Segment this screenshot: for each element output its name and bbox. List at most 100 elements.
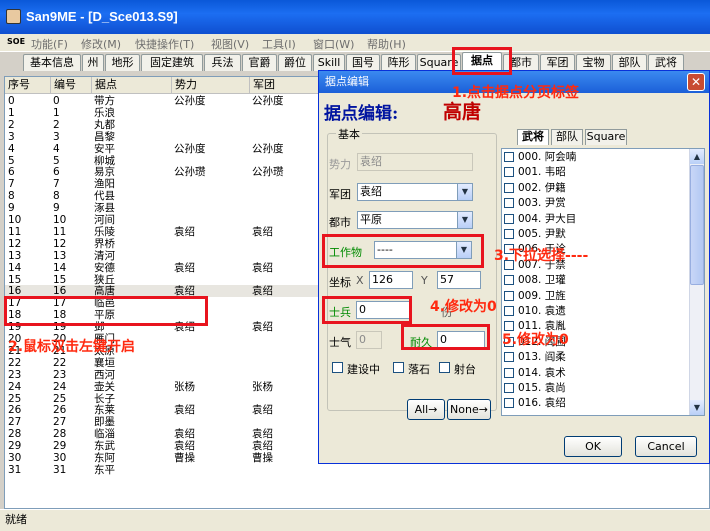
general-list-item[interactable]: 008. 卫瓘 (504, 274, 566, 287)
general-checkbox[interactable] (504, 229, 514, 239)
general-checkbox[interactable] (504, 290, 514, 301)
close-icon[interactable]: ✕ (687, 73, 705, 91)
table-cell: 丸都 (94, 118, 115, 131)
table-cell: 张杨 (174, 380, 195, 393)
coord-x-field[interactable]: 126 (369, 271, 413, 289)
dialog-title: 据点编辑 (325, 76, 369, 88)
general-name: 005. 尹默 (518, 228, 566, 240)
tab-right-square[interactable]: Square (585, 129, 627, 145)
city-select[interactable]: 平原 ▼ (357, 211, 473, 229)
table-cell: 公孙度 (252, 142, 284, 155)
menu-window[interactable]: 窗口(W) (313, 36, 354, 52)
tab-formation[interactable]: 阵形 (381, 54, 416, 71)
general-checkbox[interactable] (504, 167, 514, 178)
table-cell: 襄垣 (94, 356, 115, 369)
general-checkbox[interactable] (504, 213, 514, 224)
general-list-item[interactable]: 016. 袁绍 (504, 397, 566, 410)
general-list-scrollbar[interactable]: ▲ ▼ (689, 149, 704, 415)
tab-general[interactable]: 武将 (648, 54, 684, 71)
general-list-item[interactable]: 003. 尹赏 (504, 197, 566, 210)
tab-skill[interactable]: Skill (313, 54, 345, 71)
general-list-item[interactable]: 005. 尹默 (504, 228, 566, 241)
general-list-item[interactable]: 014. 袁术 (504, 367, 566, 380)
general-checkbox[interactable] (504, 198, 514, 209)
chevron-down-icon[interactable]: ▼ (457, 184, 472, 200)
general-checkbox[interactable] (504, 152, 514, 162)
tab-units[interactable]: 部队 (551, 129, 583, 145)
tab-tactics[interactable]: 兵法 (204, 54, 241, 71)
tab-terrain[interactable]: 地形 (105, 54, 140, 71)
none-button[interactable]: None→ (447, 399, 491, 420)
menu-help[interactable]: 帮助(H) (367, 36, 406, 52)
general-checkbox[interactable] (504, 367, 514, 378)
tab-treasure[interactable]: 宝物 (576, 54, 611, 71)
ok-button[interactable]: OK (564, 436, 622, 457)
general-list-item[interactable]: 009. 卫旌 (504, 290, 566, 303)
general-checkbox[interactable] (504, 275, 514, 286)
col-header-index[interactable]: 序号 (5, 77, 51, 94)
table-row[interactable]: 31 31 东平 (5, 464, 709, 476)
menu-modify[interactable]: 修改(M) (81, 36, 121, 52)
tab-official-rank[interactable]: 官爵 (242, 54, 277, 71)
tab-generals[interactable]: 武将 (517, 129, 549, 145)
tab-province[interactable]: 州 (82, 54, 104, 71)
menu-view[interactable]: 视图(V) (211, 36, 249, 52)
general-list-item[interactable]: 002. 伊籍 (504, 182, 566, 195)
scroll-up-icon[interactable]: ▲ (690, 149, 704, 164)
table-cell: 0 (53, 95, 60, 107)
tab-fixed-building[interactable]: 固定建筑 (141, 54, 203, 71)
table-cell: 袁绍 (252, 404, 273, 417)
chevron-down-icon[interactable]: ▼ (457, 212, 472, 228)
table-cell: 8 (8, 190, 15, 203)
table-cell: 安德 (94, 261, 115, 274)
table-cell: 11 (53, 225, 67, 238)
table-cell: 西河 (94, 368, 115, 381)
table-cell: 袁绍 (174, 404, 195, 417)
col-header-stronghold[interactable]: 据点 (92, 77, 172, 94)
coord-y-field[interactable]: 57 (437, 271, 481, 289)
tab-title[interactable]: 爵位 (278, 54, 312, 71)
highlight-durability-field (401, 324, 490, 350)
scroll-down-icon[interactable]: ▼ (690, 400, 704, 415)
menu-shortcut[interactable]: 快捷操作(T) (135, 36, 194, 52)
corps-select[interactable]: 袁绍 ▼ (357, 183, 473, 201)
col-header-force[interactable]: 势力 (172, 77, 250, 94)
cancel-button[interactable]: Cancel (635, 436, 697, 457)
table-cell: 15 (53, 273, 67, 286)
general-list-item[interactable]: 001. 韦昭 (504, 166, 566, 179)
table-cell: 14 (53, 261, 67, 274)
general-list-item[interactable]: 013. 阎柔 (504, 351, 566, 364)
col-header-id[interactable]: 编号 (51, 77, 92, 94)
archer-tower-checkbox[interactable] (439, 362, 450, 373)
tab-unit[interactable]: 部队 (612, 54, 647, 71)
scroll-thumb[interactable] (690, 165, 704, 285)
coord-y-label: Y (421, 274, 428, 287)
general-list-item[interactable]: 004. 尹大目 (504, 213, 576, 226)
table-cell: 易京 (94, 166, 115, 179)
menu-function[interactable]: 功能(F) (31, 36, 68, 52)
table-cell: 临淄 (94, 428, 115, 441)
general-name: 003. 尹赏 (518, 197, 566, 210)
rockfall-checkbox[interactable] (393, 362, 404, 373)
tab-basic-info[interactable]: 基本信息 (23, 54, 81, 71)
app-icon (6, 9, 21, 24)
general-checklist[interactable]: 000. 阿会喃 001. 韦昭 002. 伊籍 003. 尹赏 004. 尹大目 005… (501, 148, 705, 416)
table-cell: 6 (8, 166, 15, 179)
tab-country-name[interactable]: 国号 (346, 54, 380, 71)
tab-corps[interactable]: 军团 (540, 54, 575, 71)
general-checkbox[interactable] (504, 306, 514, 316)
general-checkbox[interactable] (504, 182, 514, 193)
general-list-item[interactable]: 010. 袁遗 (504, 305, 566, 318)
morale-label: 士气 (329, 336, 351, 349)
general-list-item[interactable]: 000. 阿会喃 (504, 151, 576, 164)
general-checkbox[interactable] (504, 398, 514, 409)
menu-tools[interactable]: 工具(I) (262, 36, 296, 52)
general-checkbox[interactable] (504, 352, 514, 363)
general-name: 004. 尹大目 (518, 212, 577, 225)
general-list-item[interactable]: 015. 袁尚 (504, 382, 566, 395)
all-button[interactable]: All→ (407, 399, 445, 420)
under-construction-checkbox[interactable] (332, 362, 343, 373)
table-cell: 2 (8, 118, 15, 131)
table-cell: 0 (8, 95, 15, 107)
general-checkbox[interactable] (504, 383, 514, 393)
